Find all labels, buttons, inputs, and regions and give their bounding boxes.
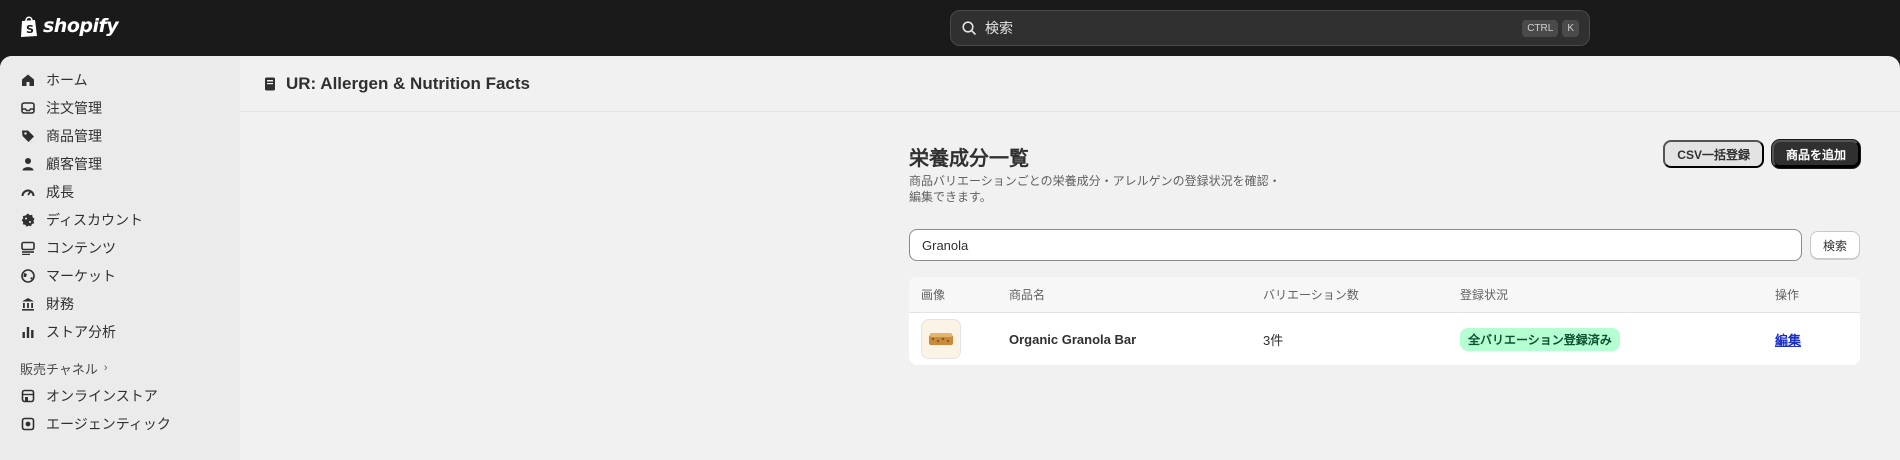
- sidebar-item-discounts[interactable]: ディスカウント: [0, 206, 240, 234]
- person-icon: [20, 156, 36, 172]
- inbox-icon: [20, 100, 36, 116]
- shopify-logo[interactable]: S shopify: [19, 14, 119, 38]
- sidebar-item-agentic[interactable]: エージェンティック: [0, 410, 240, 438]
- edit-link[interactable]: 編集: [1775, 333, 1801, 348]
- sidebar-item-label: ストア分析: [46, 324, 116, 340]
- app-frame: ホーム 注文管理 商品管理 顧客管理 成長 ディスカウント コンテンツ マーケッ…: [0, 56, 1900, 460]
- column-header: 操作: [1775, 288, 1800, 302]
- table-header: 画像 商品名 バリエーション数 登録状況 操作: [909, 277, 1860, 313]
- column-header: 商品名: [1009, 288, 1046, 302]
- globe-icon: [20, 268, 36, 284]
- sidebar-item-label: オンラインストア: [46, 388, 158, 404]
- sidebar-item-label: 成長: [46, 184, 74, 200]
- app-page-header: UR: Allergen & Nutrition Facts: [240, 56, 1900, 112]
- column-header: 登録状況: [1460, 288, 1509, 302]
- sidebar-item-label: 注文管理: [46, 100, 102, 116]
- shortcut-k: K: [1562, 19, 1579, 37]
- product-thumbnail: [921, 319, 961, 359]
- sidebar-item-label: 商品管理: [46, 128, 102, 144]
- shopify-bag-icon: S: [21, 16, 37, 37]
- sidebar-item-label: 顧客管理: [46, 156, 102, 172]
- sidebar-item-growth[interactable]: 成長: [0, 178, 240, 206]
- home-icon: [20, 72, 36, 88]
- app-book-icon: [265, 77, 275, 90]
- sidebar-item-analytics[interactable]: ストア分析: [0, 318, 240, 346]
- filter-row: Granola 検索: [909, 229, 1860, 261]
- sidebar-item-label: マーケット: [46, 268, 116, 284]
- chevron-right-icon: ›: [103, 362, 108, 374]
- product-search-input[interactable]: Granola: [909, 229, 1802, 261]
- page-header: 栄養成分一覧 商品バリエーションごとの栄養成分・アレルゲンの登録状況を確認・編集…: [909, 136, 1860, 205]
- search-icon: [962, 21, 976, 35]
- nutrition-table: 画像 商品名 バリエーション数 登録状況 操作 Organic Granola …: [909, 277, 1860, 365]
- sidebar-item-orders[interactable]: 注文管理: [0, 94, 240, 122]
- status-badge: 全バリエーション登録済み: [1460, 327, 1620, 351]
- discount-icon: [20, 212, 36, 228]
- chart-icon: [20, 324, 36, 340]
- bank-icon: [20, 296, 36, 312]
- search-placeholder[interactable]: 検索: [985, 18, 1518, 38]
- gauge-icon: [20, 184, 36, 200]
- sidebar-item-online-store[interactable]: オンラインストア: [0, 382, 240, 410]
- granola-bar-image: [929, 333, 953, 345]
- product-name: Organic Granola Bar: [1009, 331, 1137, 347]
- shortcut-ctrl: CTRL: [1522, 19, 1559, 37]
- global-search[interactable]: 検索 CTRL K: [950, 10, 1590, 46]
- content-icon: [20, 240, 36, 256]
- page-description: 商品バリエーションごとの栄養成分・アレルゲンの登録状況を確認・編集できます。: [909, 174, 1281, 204]
- sidebar-item-markets[interactable]: マーケット: [0, 262, 240, 290]
- sidebar: ホーム 注文管理 商品管理 顧客管理 成長 ディスカウント コンテンツ マーケッ…: [0, 56, 240, 460]
- variation-count: 3件: [1263, 332, 1284, 348]
- sidebar-item-content[interactable]: コンテンツ: [0, 234, 240, 262]
- page-title: 栄養成分一覧: [909, 148, 1029, 170]
- agentic-icon: [20, 416, 36, 432]
- column-header: バリエーション数: [1263, 288, 1359, 302]
- top-bar: S shopify 検索 CTRL K: [0, 0, 1900, 56]
- add-product-button[interactable]: 商品を追加: [1771, 140, 1860, 168]
- sidebar-item-label: ディスカウント: [46, 212, 144, 228]
- tag-icon: [20, 128, 36, 144]
- store-icon: [20, 388, 36, 404]
- sidebar-item-label: ホーム: [46, 72, 88, 88]
- sidebar-item-label: エージェンティック: [46, 416, 171, 432]
- sidebar-item-products[interactable]: 商品管理: [0, 122, 240, 150]
- section-label: 販売チャネル: [20, 361, 98, 377]
- svg-text:S: S: [26, 23, 34, 36]
- sales-channels-section[interactable]: 販売チャネル ›: [0, 354, 240, 382]
- search-button[interactable]: 検索: [1810, 231, 1860, 259]
- column-header: 画像: [921, 288, 946, 302]
- main-content: 栄養成分一覧 商品バリエーションごとの栄養成分・アレルゲンの登録状況を確認・編集…: [909, 136, 1860, 365]
- logo-text: shopify: [43, 15, 119, 37]
- sidebar-item-label: コンテンツ: [46, 240, 116, 256]
- sidebar-item-customers[interactable]: 顧客管理: [0, 150, 240, 178]
- table-row[interactable]: Organic Granola Bar 3件 全バリエーション登録済み 編集: [909, 313, 1860, 365]
- app-title: UR: Allergen & Nutrition Facts: [286, 73, 530, 93]
- sidebar-item-label: 財務: [46, 296, 74, 312]
- sidebar-item-finance[interactable]: 財務: [0, 290, 240, 318]
- csv-import-button[interactable]: CSV一括登録: [1663, 140, 1764, 168]
- sidebar-item-home[interactable]: ホーム: [0, 66, 240, 94]
